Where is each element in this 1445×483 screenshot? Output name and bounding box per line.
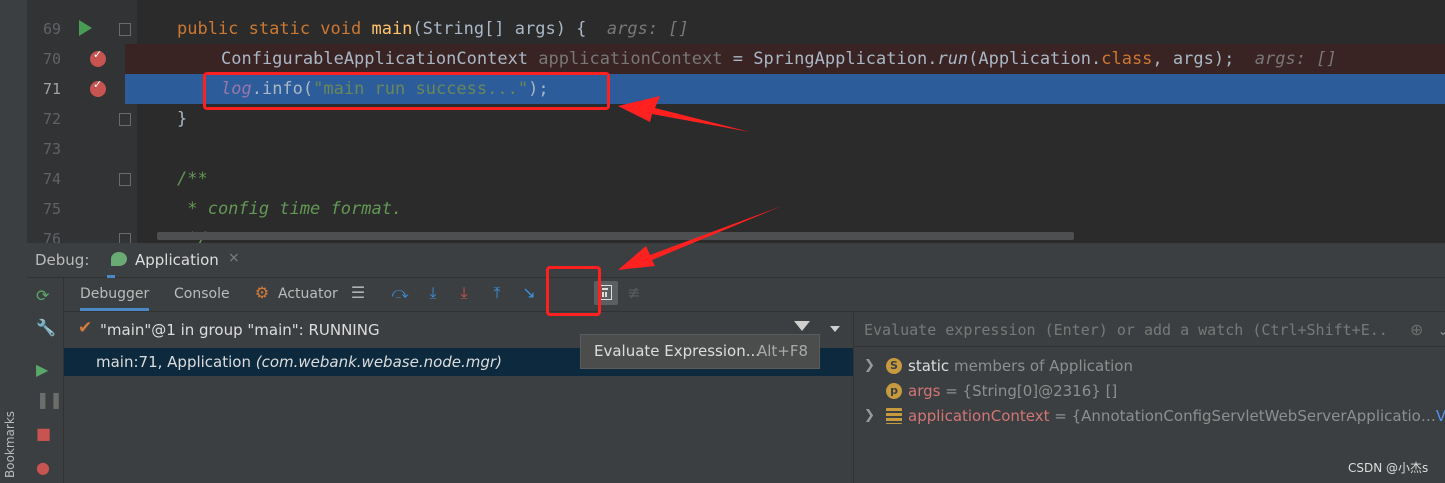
arrow-to-log-line	[618, 96, 750, 132]
annotation-arrows	[618, 96, 782, 270]
arrow-to-evaluate-button	[618, 206, 782, 270]
watermark: CSDN @小杰s	[1348, 461, 1429, 475]
